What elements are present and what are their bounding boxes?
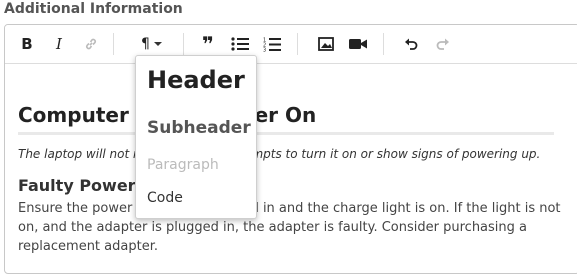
format-dropdown-menu: Header Subheader Paragraph Code — [135, 55, 257, 219]
section-label: Additional Information — [4, 1, 183, 17]
content-paragraph: Ensure the power adapter is plugged in a… — [18, 201, 561, 254]
chevron-down-icon — [153, 42, 162, 46]
undo-icon — [405, 38, 418, 50]
insert-image-button[interactable] — [316, 34, 336, 54]
content-lead-text: The laptop will not respond to any attem… — [18, 147, 541, 161]
bullet-list-button[interactable] — [230, 34, 250, 54]
toolbar-divider — [297, 33, 298, 55]
undo-button[interactable] — [401, 34, 421, 54]
redo-icon — [436, 38, 449, 50]
toolbar-divider — [113, 33, 114, 55]
bullet-list-icon — [231, 37, 249, 51]
redo-button[interactable] — [433, 34, 453, 54]
link-icon — [86, 38, 96, 50]
editor-toolbar: B I ¶ ❞ 1 2 3 — [5, 25, 577, 64]
bold-button[interactable]: B — [17, 34, 37, 54]
svg-text:3: 3 — [263, 47, 266, 52]
toolbar-divider — [183, 33, 184, 55]
quote-icon: ❞ — [202, 32, 214, 56]
rich-text-editor[interactable]: B I ¶ ❞ 1 2 3 Computer On The laptop wil… — [4, 24, 577, 274]
video-icon — [349, 39, 367, 49]
format-option-subheader[interactable]: Subheader — [147, 118, 251, 138]
format-option-code[interactable]: Code — [147, 190, 183, 206]
quote-button[interactable]: ❞ — [198, 32, 218, 56]
link-button[interactable] — [81, 34, 101, 54]
insert-video-button[interactable] — [348, 34, 368, 54]
toolbar-divider — [383, 33, 384, 55]
format-option-paragraph[interactable]: Paragraph — [147, 157, 219, 173]
italic-icon: I — [56, 35, 62, 53]
numbered-list-icon: 1 2 3 — [263, 37, 281, 52]
italic-button[interactable]: I — [49, 34, 69, 54]
paragraph-format-dropdown[interactable]: ¶ — [135, 34, 169, 54]
editor-content[interactable]: Computer Won't Power On The laptop will … — [18, 63, 566, 273]
image-icon — [318, 37, 334, 51]
format-option-header[interactable]: Header — [147, 66, 245, 94]
paragraph-format-icon: ¶ — [141, 36, 150, 52]
heading-underline — [18, 132, 554, 135]
numbered-list-button[interactable]: 1 2 3 — [262, 34, 282, 54]
bold-icon: B — [21, 35, 33, 53]
